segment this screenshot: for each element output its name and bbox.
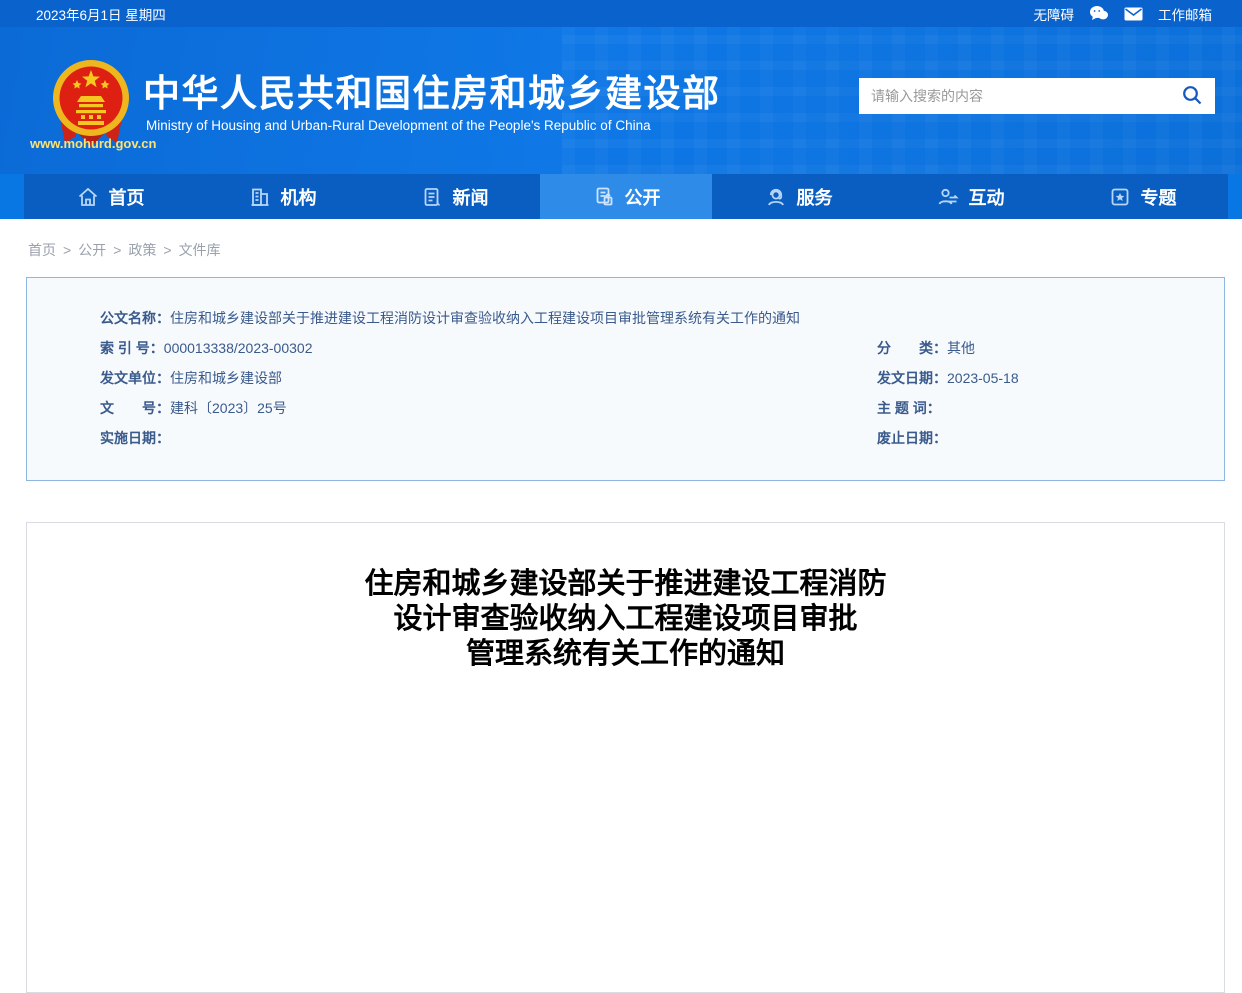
organization-icon — [248, 185, 272, 209]
breadcrumb-separator: > — [113, 242, 122, 258]
document-meta-grid: 公文名称： 住房和城乡建设部关于推进建设工程消防设计审查验收纳入工程建设项目审批… — [27, 303, 1224, 453]
meta-value-issuing-unit: 住房和城乡建设部 — [170, 370, 282, 386]
news-icon — [420, 185, 444, 209]
meta-label-impl-date: 实施日期： — [100, 430, 170, 446]
meta-label-repeal-date: 废止日期： — [877, 430, 947, 446]
search-box — [859, 78, 1215, 114]
main-nav-strip: 首页 机构 新闻 公开 服务 互动 专题 — [0, 174, 1242, 219]
meta-value-doc-name: 住房和城乡建设部关于推进建设工程消防设计审查验收纳入工程建设项目审批管理系统有关… — [170, 310, 800, 326]
document-content-box: 住房和城乡建设部关于推进建设工程消防 设计审查验收纳入工程建设项目审批 管理系统… — [26, 522, 1225, 993]
topics-icon — [1108, 185, 1132, 209]
breadcrumb-policy[interactable]: 政策 — [128, 242, 156, 258]
nav-label: 新闻 — [452, 187, 489, 208]
nav-item-service[interactable]: 服务 — [712, 174, 884, 219]
meta-row-doc-name: 公文名称： 住房和城乡建设部关于推进建设工程消防设计审查验收纳入工程建设项目审批… — [100, 303, 1224, 333]
meta-value-index-no: 000013338/2023-00302 — [163, 340, 313, 356]
meta-row-doc-no: 文 号： 建科〔2023〕25号 — [100, 393, 877, 423]
meta-label-subject-words: 主 题 词： — [877, 400, 941, 416]
breadcrumb-disclosure[interactable]: 公开 — [78, 242, 106, 258]
nav-label: 专题 — [1140, 187, 1177, 208]
wechat-icon[interactable] — [1089, 5, 1109, 22]
document-meta-box: 公文名称： 住房和城乡建设部关于推进建设工程消防设计审查验收纳入工程建设项目审批… — [26, 277, 1225, 481]
breadcrumb: 首页 > 公开 > 政策 > 文件库 — [28, 240, 1242, 260]
nav-label: 首页 — [108, 187, 145, 208]
nav-label: 机构 — [280, 187, 317, 208]
nav-item-home[interactable]: 首页 — [24, 174, 196, 219]
meta-label-issuing-unit: 发文单位： — [100, 370, 170, 386]
meta-value-doc-no: 建科〔2023〕25号 — [170, 400, 287, 416]
meta-label-doc-no: 文 号： — [100, 400, 170, 416]
interaction-icon — [936, 185, 960, 209]
accessibility-link[interactable]: 无障碍 — [1034, 4, 1075, 24]
search-icon — [1181, 84, 1203, 109]
service-icon — [764, 185, 788, 209]
date-text: 2023年6月1日 星期四 — [36, 7, 166, 23]
meta-row-category: 分 类： 其他 — [877, 333, 1224, 363]
meta-row-subject-words: 主 题 词： — [877, 393, 1224, 423]
site-title: 中华人民共和国住房和城乡建设部 — [143, 73, 721, 114]
mail-icon[interactable] — [1124, 7, 1143, 21]
site-subtitle-en: Ministry of Housing and Urban-Rural Deve… — [146, 118, 651, 133]
meta-label-doc-name: 公文名称： — [100, 310, 170, 326]
nav-label: 公开 — [624, 187, 661, 208]
nav-item-disclosure[interactable]: 公开 — [540, 174, 712, 219]
disclosure-icon — [592, 185, 616, 209]
search-input[interactable] — [859, 78, 1169, 114]
home-icon — [76, 185, 100, 209]
meta-value-issue-date: 2023-05-18 — [947, 370, 1019, 386]
meta-label-category: 分 类： — [877, 340, 947, 356]
nav-label: 互动 — [968, 187, 1005, 208]
topbar-right-group: 无障碍 工作邮箱 — [1034, 4, 1212, 24]
meta-row-index-no: 索 引 号： 000013338/2023-00302 — [100, 333, 877, 363]
main-nav: 首页 机构 新闻 公开 服务 互动 专题 — [24, 174, 1228, 219]
breadcrumb-current: 文件库 — [178, 242, 221, 258]
meta-row-impl-date: 实施日期： — [100, 423, 877, 453]
nav-item-interaction[interactable]: 互动 — [884, 174, 1056, 219]
breadcrumb-home[interactable]: 首页 — [28, 242, 56, 258]
meta-row-issue-date: 发文日期： 2023-05-18 — [877, 363, 1224, 393]
nav-item-news[interactable]: 新闻 — [368, 174, 540, 219]
nav-label: 服务 — [796, 187, 833, 208]
document-title-line-1: 住房和城乡建设部关于推进建设工程消防 — [364, 568, 887, 600]
site-header: 中华人民共和国住房和城乡建设部 Ministry of Housing and … — [0, 27, 1242, 174]
nav-item-topics[interactable]: 专题 — [1056, 174, 1228, 219]
nav-item-organization[interactable]: 机构 — [196, 174, 368, 219]
search-button[interactable] — [1169, 78, 1215, 114]
meta-label-issue-date: 发文日期： — [877, 370, 947, 386]
topbar: 2023年6月1日 星期四 无障碍 工作邮箱 — [0, 0, 1242, 27]
breadcrumb-separator: > — [163, 242, 172, 258]
meta-row-repeal-date: 废止日期： — [877, 423, 1224, 453]
document-title-line-2: 设计审查验收纳入工程建设项目审批 — [393, 603, 858, 635]
document-title-line-3: 管理系统有关工作的通知 — [465, 638, 785, 670]
meta-label-index-no: 索 引 号： — [100, 340, 164, 356]
site-url: www.mohurd.gov.cn — [30, 136, 157, 151]
work-mailbox-link[interactable]: 工作邮箱 — [1158, 4, 1212, 24]
breadcrumb-separator: > — [63, 242, 72, 258]
meta-value-category: 其他 — [947, 340, 975, 356]
meta-row-issuing-unit: 发文单位： 住房和城乡建设部 — [100, 363, 877, 393]
